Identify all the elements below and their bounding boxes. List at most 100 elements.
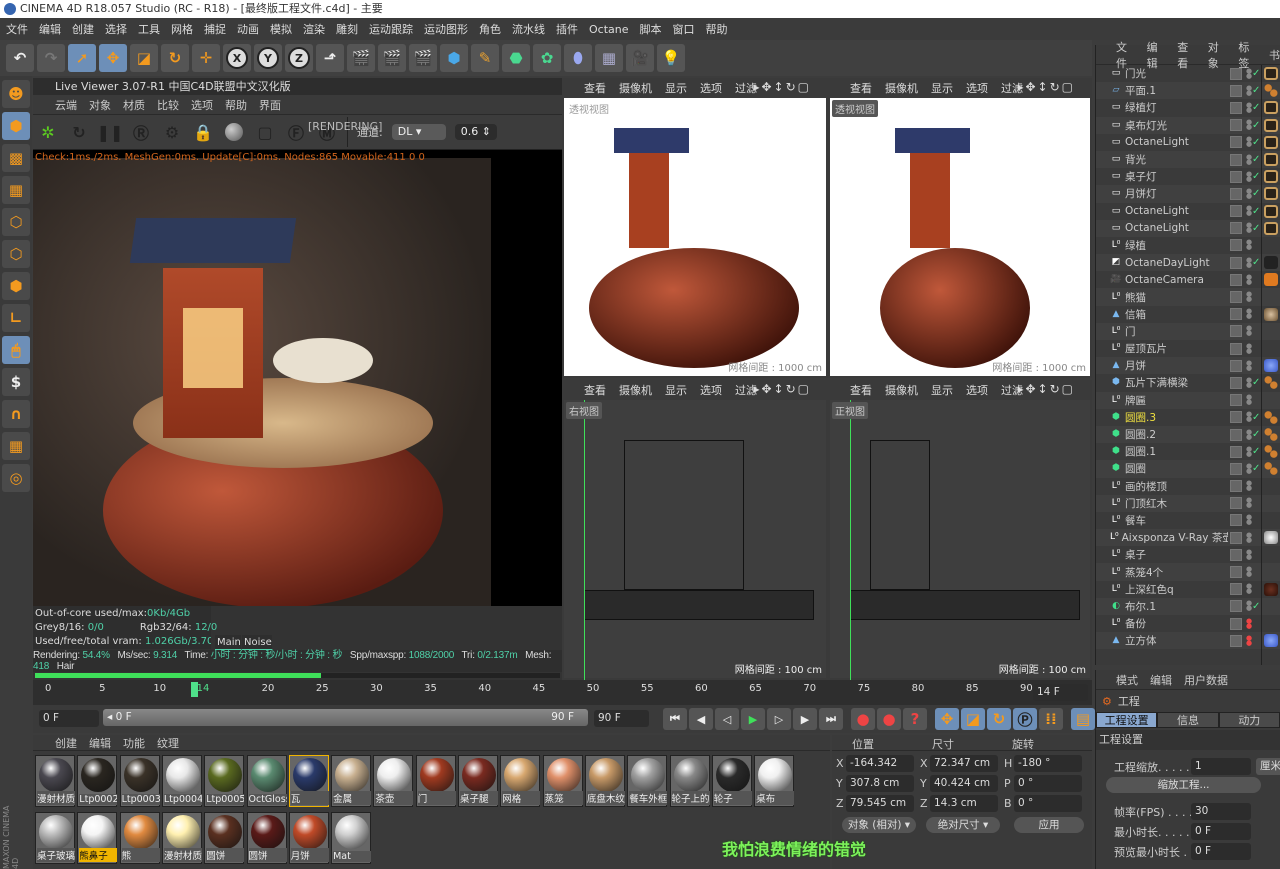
- material-menu-item[interactable]: 编辑: [89, 735, 111, 751]
- visibility-dots[interactable]: ● ●: [1246, 548, 1252, 560]
- lock-workplane-button[interactable]: ▦: [2, 432, 30, 460]
- viewport-menu-item[interactable]: 显示: [665, 80, 687, 96]
- enabled-check-icon[interactable]: ✓: [1252, 154, 1260, 165]
- object-row[interactable]: ▲ 月饼 ● ●: [1096, 357, 1280, 375]
- material-swatch[interactable]: Mat: [331, 812, 372, 864]
- visibility-dots[interactable]: ● ●: [1246, 531, 1252, 543]
- material-swatch[interactable]: Ltp0002: [77, 755, 118, 807]
- layer-toggle[interactable]: [1230, 411, 1242, 424]
- visibility-dots[interactable]: ● ●: [1246, 119, 1252, 131]
- menu-item[interactable]: 网格: [171, 21, 193, 37]
- layer-toggle[interactable]: [1230, 187, 1242, 200]
- visibility-dots[interactable]: ● ●: [1246, 376, 1252, 388]
- playhead[interactable]: [190, 682, 198, 697]
- key-scale-button[interactable]: ◪: [961, 708, 985, 730]
- object-row[interactable]: L⁰ 蒸笼4个 ● ●: [1096, 563, 1280, 581]
- object-row[interactable]: 🎥 OctaneCamera ● ●: [1096, 271, 1280, 288]
- viewport-menu-item[interactable]: 摄像机: [885, 382, 918, 398]
- scale-tool-button[interactable]: ◪: [130, 44, 158, 72]
- camera-button[interactable]: 🎥: [626, 44, 654, 72]
- enabled-check-icon[interactable]: ✓: [1252, 463, 1260, 474]
- move-tool-button[interactable]: ✥: [99, 44, 127, 72]
- material-swatch[interactable]: 门: [415, 755, 456, 807]
- material-dots-tag-icon[interactable]: [1264, 462, 1278, 476]
- material-swatch[interactable]: 轮子: [711, 755, 752, 807]
- layer-toggle[interactable]: [1230, 394, 1242, 407]
- viewport-nav-icons[interactable]: ▸✥↕↻▢: [1017, 80, 1075, 94]
- menu-item[interactable]: 模拟: [270, 21, 292, 37]
- visibility-dots[interactable]: ● ●: [1246, 187, 1252, 199]
- recent-tool-button[interactable]: ✛: [192, 44, 220, 72]
- octane-light-tag-icon[interactable]: [1264, 153, 1278, 167]
- menu-item[interactable]: 编辑: [39, 21, 61, 37]
- object-row[interactable]: L⁰ 绿植 ● ●: [1096, 237, 1280, 254]
- live-viewer-menu-item[interactable]: 比较: [157, 97, 179, 113]
- menu-item[interactable]: 脚本: [640, 21, 662, 37]
- workplane-button[interactable]: ▦: [2, 176, 30, 204]
- camera-tag-icon[interactable]: [1264, 273, 1278, 287]
- blue-sphere-tag-icon[interactable]: [1264, 359, 1278, 373]
- pen-button[interactable]: ✎: [471, 44, 499, 72]
- apply-button[interactable]: 应用: [1014, 817, 1084, 833]
- material-swatch[interactable]: 餐车外框: [627, 755, 668, 807]
- object-row[interactable]: ▱ 平面.1 ● ● ✓: [1096, 82, 1280, 100]
- next-frame-button[interactable]: ▷: [767, 708, 791, 730]
- live-viewer-menu-item[interactable]: 对象: [89, 97, 111, 113]
- unit-dropdown[interactable]: 厘米: [1256, 758, 1280, 775]
- live-viewer-menu-item[interactable]: 选项: [191, 97, 213, 113]
- menu-item[interactable]: 捕捉: [204, 21, 226, 37]
- viewport-menu-item[interactable]: 显示: [665, 382, 687, 398]
- frame-range-slider[interactable]: ◂ 0 F 90 F: [103, 709, 588, 726]
- enabled-check-icon[interactable]: ✓: [1252, 102, 1260, 113]
- material-swatch[interactable]: 蒸笼: [542, 755, 583, 807]
- layer-toggle[interactable]: [1230, 548, 1242, 561]
- enabled-check-icon[interactable]: ✓: [1252, 120, 1260, 131]
- octane-light-tag-icon[interactable]: [1264, 204, 1278, 218]
- size-y-field[interactable]: 40.424 cm: [930, 775, 998, 792]
- material-swatch[interactable]: 金属: [331, 755, 372, 807]
- object-row[interactable]: ▲ 立方体 ● ●: [1096, 632, 1280, 650]
- octane-light-tag-icon[interactable]: [1264, 187, 1278, 201]
- layer-toggle[interactable]: [1230, 222, 1242, 235]
- layer-toggle[interactable]: [1230, 170, 1242, 183]
- visibility-dots[interactable]: ● ●: [1246, 583, 1252, 595]
- layer-toggle[interactable]: [1230, 445, 1242, 458]
- layer-toggle[interactable]: [1230, 376, 1242, 389]
- layer-toggle[interactable]: [1230, 273, 1242, 286]
- menu-item[interactable]: 运动图形: [424, 21, 468, 37]
- viewport-menu-item[interactable]: 选项: [700, 80, 722, 96]
- cloner-button[interactable]: ✿: [533, 44, 561, 72]
- live-viewer-menu-item[interactable]: 界面: [259, 97, 281, 113]
- attribute-tab[interactable]: 工程设置: [1096, 712, 1158, 728]
- layer-toggle[interactable]: [1230, 583, 1242, 596]
- layer-toggle[interactable]: [1230, 342, 1242, 355]
- menu-item[interactable]: 运动跟踪: [369, 21, 413, 37]
- enabled-check-icon[interactable]: ✓: [1252, 188, 1260, 199]
- deformer-button[interactable]: ⬮: [564, 44, 592, 72]
- layer-toggle[interactable]: [1230, 566, 1242, 579]
- attribute-menu-item[interactable]: 模式: [1116, 672, 1138, 688]
- layer-toggle[interactable]: [1230, 480, 1242, 493]
- visibility-dots[interactable]: ● ●: [1246, 497, 1252, 509]
- menu-item[interactable]: 渲染: [303, 21, 325, 37]
- visibility-dots[interactable]: ● ●: [1246, 445, 1252, 457]
- material-dots-tag-icon[interactable]: [1264, 84, 1278, 98]
- viewport-menu-item[interactable]: 摄像机: [619, 382, 652, 398]
- brown-sphere-tag-icon[interactable]: [1264, 582, 1278, 596]
- layer-toggle[interactable]: [1230, 428, 1242, 441]
- octane-light-tag-icon[interactable]: [1264, 101, 1278, 115]
- cube-button[interactable]: ⬢: [440, 44, 468, 72]
- rotation-h-field[interactable]: -180 °: [1014, 755, 1082, 772]
- visibility-dots[interactable]: ● ●: [1246, 480, 1252, 492]
- material-swatch[interactable]: 桌子腿: [458, 755, 498, 807]
- object-row[interactable]: L⁰ 门顶红木 ● ●: [1096, 494, 1280, 512]
- magnet-button[interactable]: ∩: [2, 400, 30, 428]
- viewport-menu-item[interactable]: 查看: [850, 382, 872, 398]
- live-viewer-menu-item[interactable]: 云端: [55, 97, 77, 113]
- viewport-canvas[interactable]: 正视图 网格间距 : 100 cm: [830, 400, 1090, 680]
- material-swatch[interactable]: Ltp0004: [161, 755, 202, 807]
- edges-mode-button[interactable]: ⬡: [2, 240, 30, 268]
- material-swatch[interactable]: 底盘木纹: [584, 755, 625, 807]
- layer-toggle[interactable]: [1230, 136, 1242, 149]
- snap-button[interactable]: $: [2, 368, 30, 396]
